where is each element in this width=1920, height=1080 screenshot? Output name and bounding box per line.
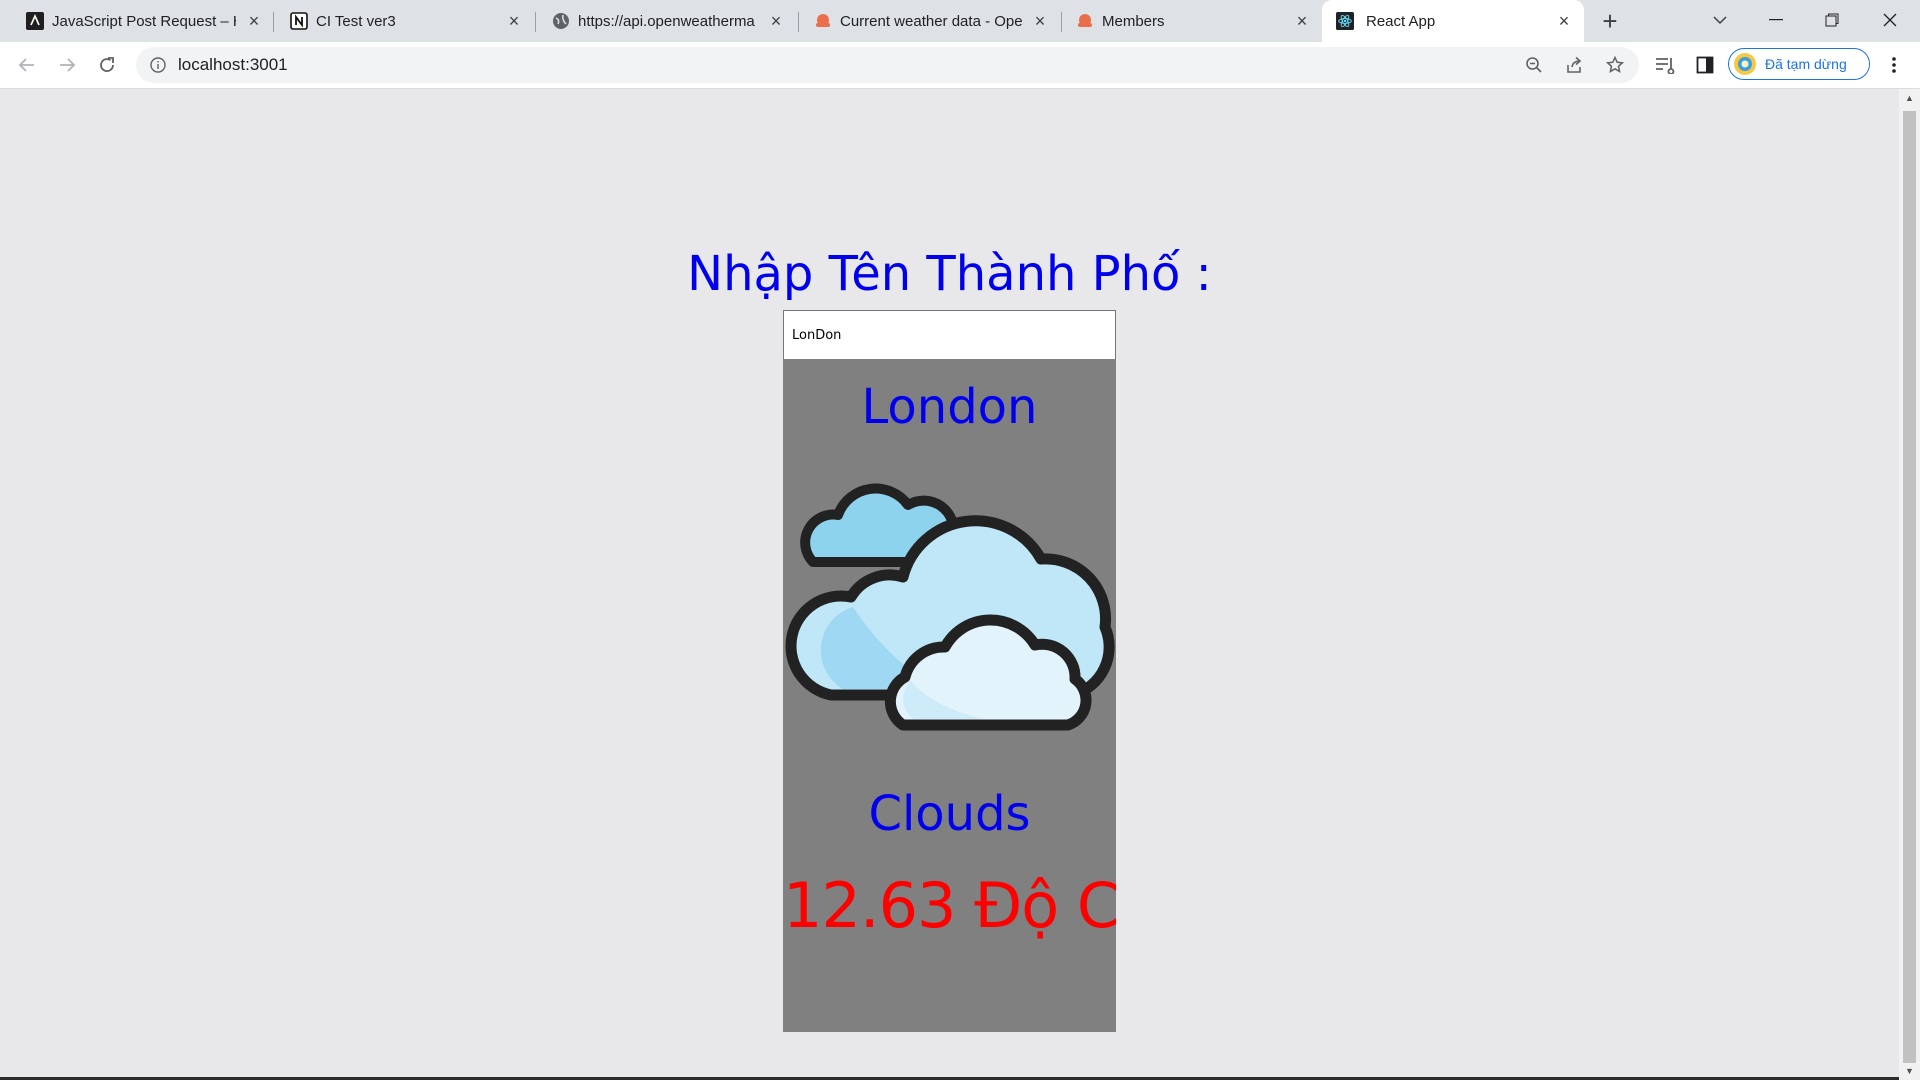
globe-icon	[552, 12, 570, 30]
tab-title: Members	[1102, 12, 1165, 30]
tab-title: https://api.openweatherma	[578, 12, 755, 30]
side-panel-icon[interactable]	[1693, 53, 1717, 77]
site-info-icon[interactable]	[148, 55, 168, 75]
minimize-icon[interactable]	[1748, 0, 1804, 40]
weather-card: London Clouds 12.63 Độ C	[783, 359, 1116, 1032]
openweather-icon	[814, 12, 832, 30]
browser-toolbar: localhost:3001 Đã tạm dừng	[0, 42, 1920, 89]
tab-divider	[798, 12, 799, 32]
tab-divider	[535, 12, 536, 32]
tab-search-icon[interactable]	[1692, 0, 1748, 40]
tab-title: Current weather data - Ope	[840, 12, 1023, 30]
tab-strip: JavaScript Post Request – H × CI Test ve…	[0, 0, 1920, 42]
restore-icon[interactable]	[1804, 0, 1860, 40]
cloudy-icon	[783, 467, 1116, 737]
avatar	[1733, 52, 1757, 76]
address-bar[interactable]: localhost:3001	[136, 47, 1639, 83]
tab-javascript-post-request[interactable]: JavaScript Post Request – H ×	[26, 0, 264, 42]
close-icon[interactable]: ×	[1030, 11, 1050, 31]
city-name: London	[861, 379, 1038, 435]
tab-current-weather-data[interactable]: Current weather data - Ope ×	[814, 0, 1050, 42]
tab-members[interactable]: Members ×	[1076, 0, 1312, 42]
reload-icon[interactable]	[92, 50, 122, 80]
close-icon[interactable]: ×	[1554, 11, 1574, 31]
openweather-icon	[1076, 12, 1094, 30]
tab-divider	[1061, 12, 1062, 32]
share-icon[interactable]	[1562, 53, 1586, 77]
tab-divider	[273, 12, 274, 32]
profile-button[interactable]: Đã tạm dừng	[1728, 48, 1870, 80]
temperature: 12.63 Độ C	[783, 869, 1116, 942]
bookmark-star-icon[interactable]	[1603, 53, 1627, 77]
reading-list-icon[interactable]	[1653, 53, 1677, 77]
tab-title: React App	[1366, 12, 1436, 30]
page-heading: Nhập Tên Thành Phố :	[687, 246, 1212, 302]
url-text: localhost:3001	[178, 55, 288, 74]
scroll-up-icon[interactable]: ▲	[1904, 93, 1915, 103]
page-scrollbar[interactable]: ▲ ▼	[1899, 89, 1920, 1080]
scrollbar-thumb[interactable]	[1903, 111, 1916, 1063]
tab-ci-test[interactable]: CI Test ver3 ×	[290, 0, 524, 42]
forward-icon[interactable]	[52, 50, 82, 80]
close-icon[interactable]: ×	[244, 11, 264, 31]
tab-title: CI Test ver3	[316, 12, 396, 30]
weather-condition: Clouds	[868, 786, 1031, 842]
tab-title: JavaScript Post Request – H	[52, 12, 236, 30]
city-search-input[interactable]	[783, 310, 1116, 360]
close-icon[interactable]: ×	[504, 11, 524, 31]
close-window-icon[interactable]	[1862, 0, 1918, 40]
scroll-down-icon[interactable]: ▼	[1904, 1066, 1915, 1076]
page-viewport: Nhập Tên Thành Phố : London Clouds 12.63…	[0, 89, 1899, 1080]
profile-status-label: Đã tạm dừng	[1765, 56, 1847, 72]
back-icon[interactable]	[12, 50, 42, 80]
new-tab-button[interactable]: +	[1597, 6, 1623, 36]
code-editor-icon	[26, 12, 44, 30]
zoom-icon[interactable]	[1522, 53, 1546, 77]
react-icon	[1336, 12, 1354, 30]
tab-openweather-api[interactable]: https://api.openweatherma ×	[552, 0, 786, 42]
notion-icon	[290, 12, 308, 30]
tab-react-app[interactable]: React App ×	[1322, 0, 1584, 42]
more-menu-icon[interactable]	[1882, 53, 1906, 77]
close-icon[interactable]: ×	[1292, 11, 1312, 31]
close-icon[interactable]: ×	[766, 11, 786, 31]
